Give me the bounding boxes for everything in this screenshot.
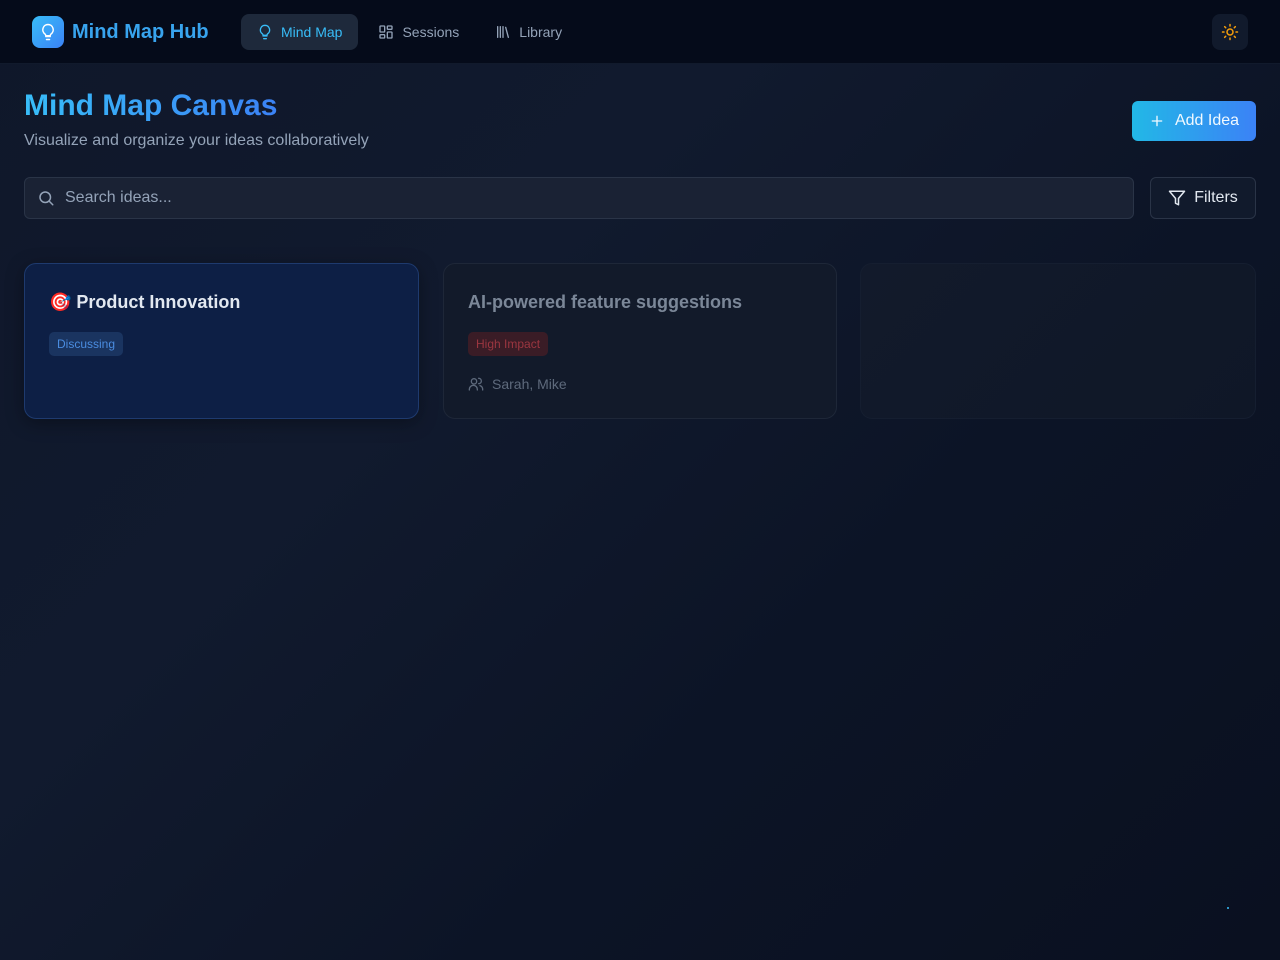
card-title: 🎯 Product Innovation: [49, 292, 241, 312]
participants-text: Sarah, Mike: [492, 376, 567, 392]
filters-label: Filters: [1194, 189, 1238, 206]
theme-toggle-button[interactable]: [1212, 14, 1248, 50]
idea-card-loading: [860, 263, 1256, 419]
users-icon: [468, 377, 484, 391]
search-icon: [39, 191, 54, 206]
lightbulb-icon: [259, 24, 271, 40]
nav-item-mind-map[interactable]: Mind Map: [241, 14, 359, 50]
nav-item-label: Library: [519, 24, 563, 40]
top-navigation-bar: Mind Map Hub Mind Map Sessions Library: [0, 0, 1280, 64]
nav-item-library[interactable]: Library: [479, 14, 578, 50]
filters-button[interactable]: Filters: [1150, 177, 1256, 219]
decorative-dot: [1227, 907, 1229, 909]
card-participants: Sarah, Mike: [468, 376, 567, 392]
search-box: [24, 177, 1134, 219]
add-idea-label: Add Idea: [1174, 112, 1240, 129]
brand[interactable]: Mind Map Hub: [32, 16, 209, 48]
idea-card-ai-features[interactable]: AI-powered feature suggestions High Impa…: [443, 263, 837, 419]
impact-badge: High Impact: [468, 332, 549, 356]
nav-item-label: Sessions: [402, 24, 460, 40]
sun-icon: [1221, 23, 1239, 41]
idea-card-product-innovation[interactable]: 🎯 Product Innovation Discussing: [24, 263, 419, 419]
filter-icon: [1168, 190, 1186, 206]
add-idea-button[interactable]: Add Idea: [1132, 101, 1256, 141]
brand-name: Mind Map Hub: [72, 20, 209, 43]
page-title: Mind Map Canvas: [24, 89, 278, 122]
nav-item-sessions[interactable]: Sessions: [362, 14, 475, 50]
library-icon: [497, 26, 510, 38]
status-badge: Discussing: [49, 332, 124, 356]
page-subtitle: Visualize and organize your ideas collab…: [24, 132, 369, 149]
plus-icon: [1151, 115, 1163, 127]
nav-item-label: Mind Map: [281, 24, 343, 40]
main-nav: Mind Map Sessions Library: [241, 14, 582, 50]
grid-icon: [379, 25, 394, 39]
lightbulb-logo-icon: [32, 16, 64, 48]
card-title: AI-powered feature suggestions: [468, 292, 743, 312]
search-input[interactable]: [65, 189, 1133, 207]
